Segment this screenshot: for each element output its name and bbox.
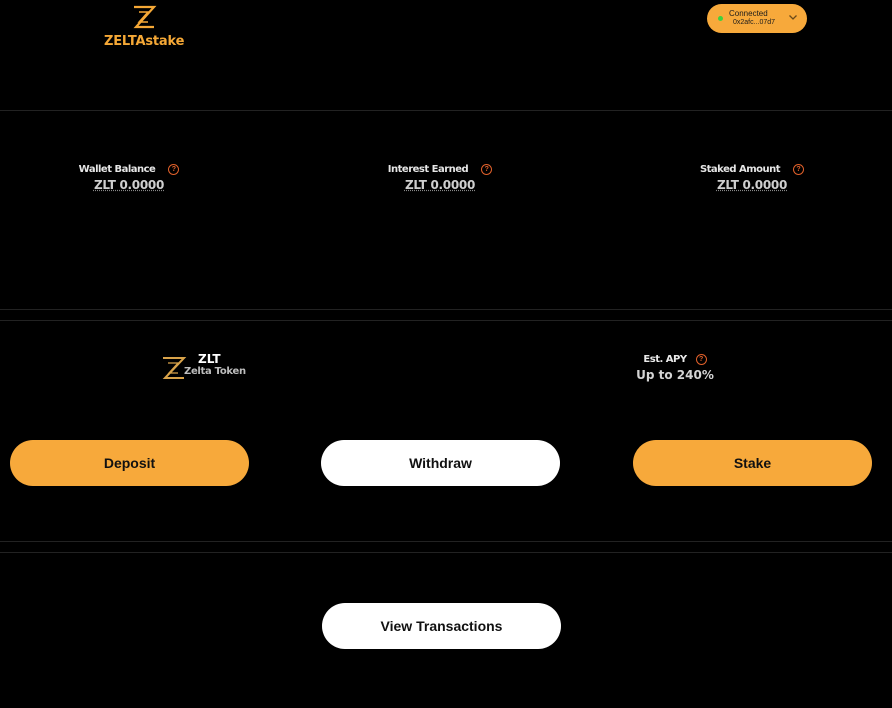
stat-value: ZLT 0.0000 [93,178,165,192]
staking-dashboard: ZELTAstake Connected 0x2afc...07d7 Walle… [0,0,892,708]
wallet-status: Connected [729,9,768,18]
stat-wallet-balance: Wallet Balance ? ZLT 0.0000 [29,159,229,192]
view-transactions-button[interactable]: View Transactions [322,603,561,649]
stat-value: ZLT 0.0000 [404,178,476,192]
token-symbol: ZLT [198,352,221,366]
stat-label: Wallet Balance [78,164,156,175]
wallet-address: 0x2afc...07d7 [733,19,776,26]
stat-label: Staked Amount [699,164,781,175]
token-info: ZLT Zelta Token [160,350,260,384]
help-icon[interactable]: ? [695,354,707,365]
token-name: Zelta Token [184,366,246,377]
stat-staked-amount: Staked Amount ? ZLT 0.0000 [652,159,852,192]
est-apy: Est. APY ? Up to 240% [620,349,730,382]
withdraw-button[interactable]: Withdraw [321,440,560,486]
brand-logo[interactable]: ZELTAstake [104,4,184,49]
help-icon[interactable]: ? [481,164,493,175]
chevron-down-icon [789,15,797,20]
stat-value: ZLT 0.0000 [716,178,788,192]
stat-label: Interest Earned [387,164,469,175]
stat-interest-earned: Interest Earned ? ZLT 0.0000 [340,159,540,192]
help-icon[interactable]: ? [793,164,805,175]
zelta-logo-icon [133,5,157,29]
apy-label: Est. APY [643,354,687,365]
divider [0,552,892,553]
divider [0,309,892,310]
divider [0,541,892,542]
apy-value: Up to 240% [636,368,714,382]
wallet-connect-button[interactable]: Connected 0x2afc...07d7 [707,4,807,33]
deposit-button[interactable]: Deposit [10,440,249,486]
divider [0,320,892,321]
divider [0,110,892,111]
help-icon[interactable]: ? [168,164,180,175]
connected-status-dot [718,16,723,21]
stake-button[interactable]: Stake [633,440,872,486]
brand-name: ZELTAstake [104,34,185,49]
